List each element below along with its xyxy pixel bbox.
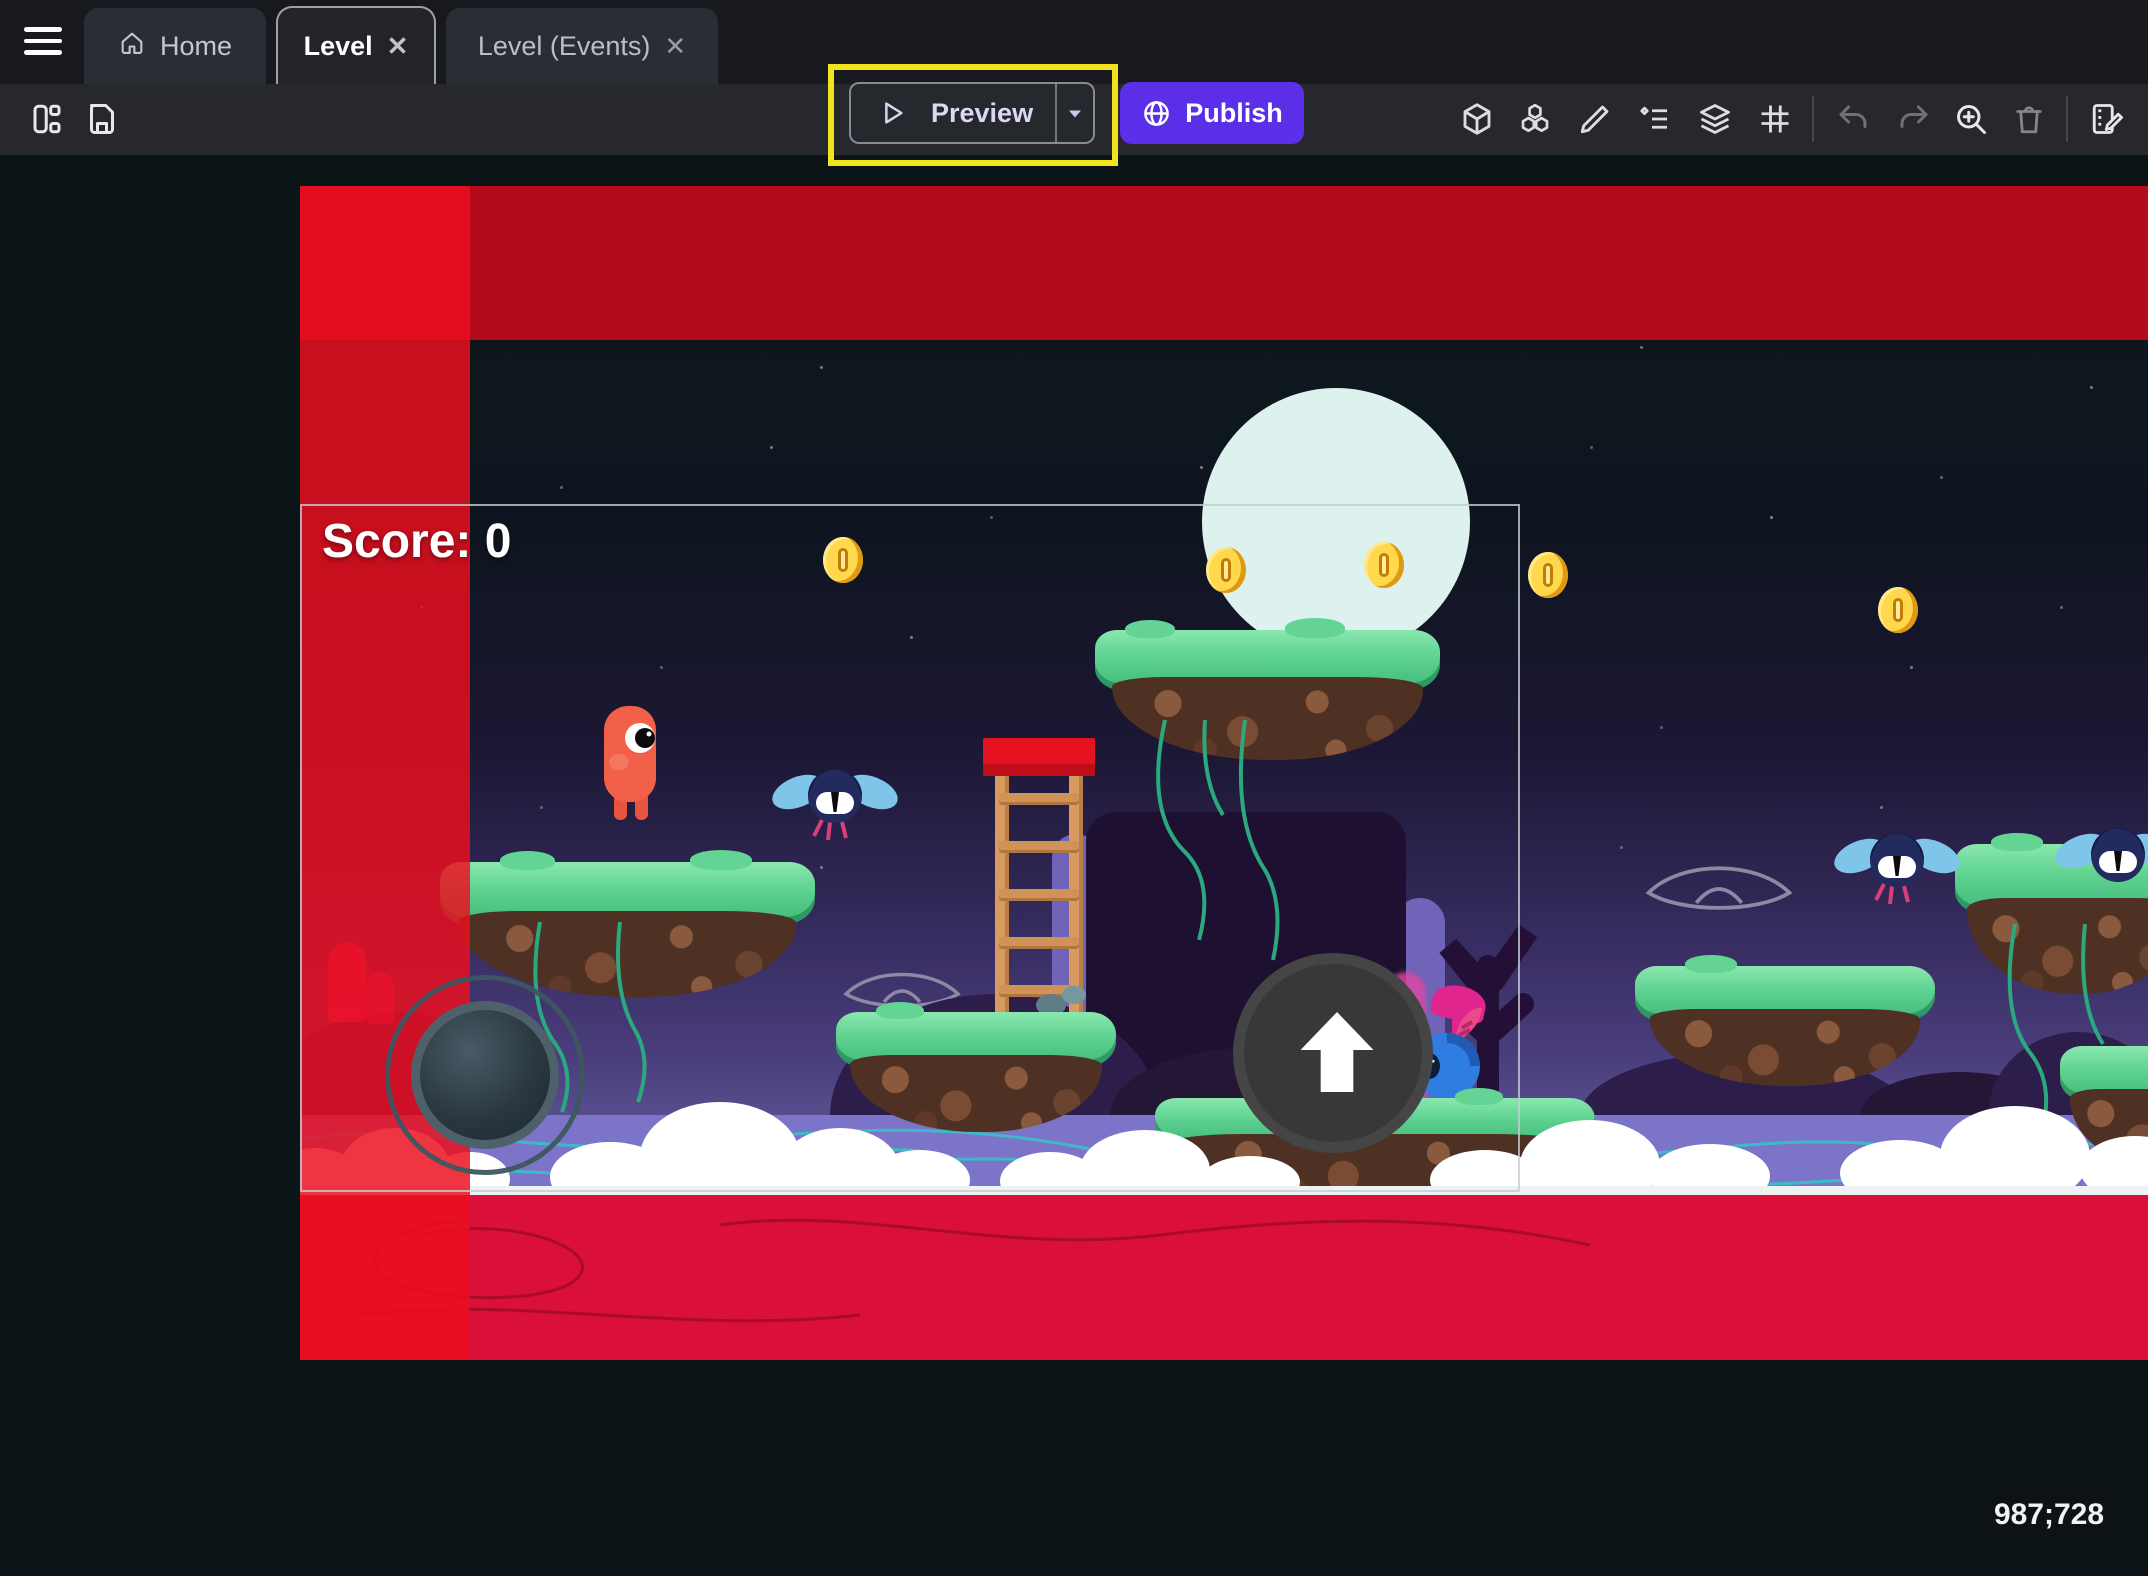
joystick-control[interactable] — [385, 975, 585, 1175]
grid-icon[interactable] — [1754, 98, 1796, 140]
cursor-coordinates: 987;728 — [1985, 1488, 2113, 1542]
layout-panels-icon[interactable] — [26, 98, 68, 140]
home-icon — [118, 29, 146, 64]
pencil-icon[interactable] — [1574, 98, 1616, 140]
eye-decoration — [1639, 850, 1799, 928]
undo-icon[interactable] — [1832, 98, 1874, 140]
coin-instance[interactable] — [1878, 587, 1918, 633]
tab-home[interactable]: Home — [84, 8, 266, 84]
play-icon — [877, 98, 907, 128]
toolbar-divider — [1812, 96, 1814, 142]
button-divider — [1055, 84, 1057, 142]
close-tab-icon[interactable]: ✕ — [387, 33, 409, 59]
instances-icon[interactable] — [1514, 98, 1556, 140]
bat-enemy-object[interactable] — [2053, 811, 2148, 906]
publish-label: Publish — [1185, 98, 1283, 129]
red-obstacle-bottom[interactable] — [300, 1195, 2148, 1360]
tab-level[interactable]: Level ✕ — [276, 6, 436, 84]
tab-label: Level — [304, 31, 373, 62]
tab-label: Home — [160, 31, 232, 62]
object-list-icon[interactable] — [1634, 98, 1676, 140]
toolbar-divider — [2066, 96, 2068, 142]
redo-icon[interactable] — [1893, 98, 1935, 140]
publish-button[interactable]: Publish — [1120, 82, 1304, 144]
coin-instance[interactable] — [1528, 552, 1568, 598]
layers-icon[interactable] — [1694, 98, 1736, 140]
edit-events-icon[interactable] — [2086, 98, 2128, 140]
caret-down-icon[interactable] — [1063, 101, 1087, 125]
tab-label: Level (Events) — [478, 31, 651, 62]
save-icon[interactable] — [84, 98, 126, 140]
globe-icon — [1141, 98, 1172, 129]
trash-icon[interactable] — [2008, 98, 2050, 140]
bat-enemy-object[interactable] — [1832, 816, 1962, 911]
3d-box-icon[interactable] — [1456, 98, 1498, 140]
score-text-object[interactable]: Score: 0 — [322, 514, 511, 569]
hamburger-menu-icon[interactable] — [24, 27, 64, 57]
preview-button[interactable]: Preview — [849, 82, 1095, 144]
close-tab-icon[interactable]: ✕ — [664, 33, 686, 59]
tab-level-events[interactable]: Level (Events) ✕ — [446, 8, 718, 84]
zoom-in-icon[interactable] — [1950, 98, 1992, 140]
scene-editor-canvas[interactable]: Score: 0 — [300, 186, 2148, 1360]
joystick-knob[interactable] — [411, 1001, 559, 1149]
red-obstacle-top[interactable] — [300, 186, 2148, 340]
jump-button[interactable] — [1233, 953, 1433, 1153]
platform-instance[interactable] — [1635, 966, 1935, 1086]
up-arrow-icon — [1289, 1004, 1385, 1104]
preview-label: Preview — [931, 98, 1033, 129]
